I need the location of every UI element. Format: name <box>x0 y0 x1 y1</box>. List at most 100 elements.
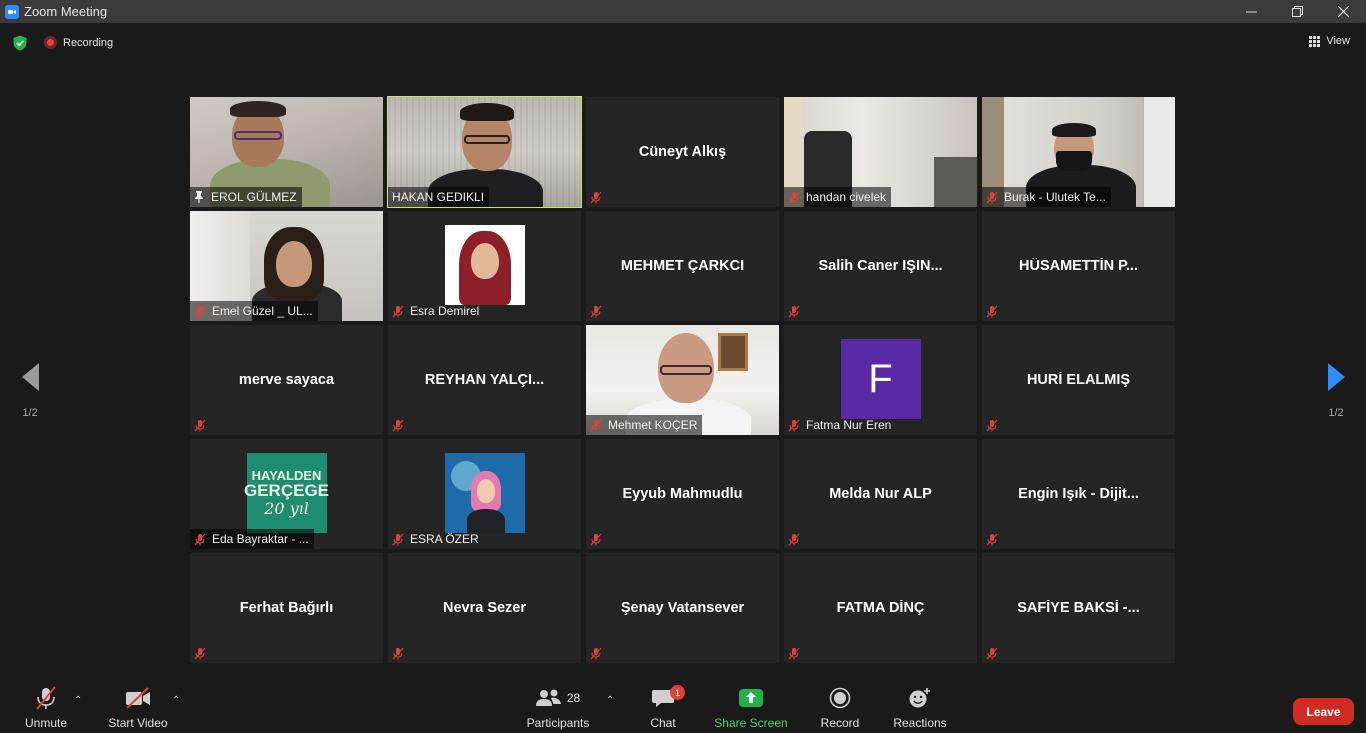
participant-tile[interactable]: Cüneyt Alkış <box>586 97 779 207</box>
participant-name: Fatma Nur Eren <box>806 418 892 432</box>
participant-name: Eda Bayraktar - ... <box>212 532 309 546</box>
view-button[interactable]: View <box>1309 35 1350 47</box>
participant-name: HAKAN GEDIKLI <box>392 190 485 204</box>
video-options-chevron-up-icon[interactable]: ⌃ <box>172 695 180 706</box>
meeting-topbar: Recording View <box>0 23 1366 63</box>
participant-display-name: Melda Nur ALP <box>829 486 932 502</box>
participant-display-name: Engin Işık - Dijit... <box>1018 486 1139 502</box>
arrow-right-icon <box>1327 363 1345 391</box>
participant-display-name: merve sayaca <box>238 372 335 388</box>
participant-tile[interactable]: FATMA DİNÇ <box>784 553 977 663</box>
meeting-toolbar: Unmute ⌃ Start Video ⌃ 28 Participants ⌃ <box>0 681 1366 733</box>
restore-icon <box>1291 6 1303 17</box>
mic-muted-icon <box>986 647 998 659</box>
previous-page-button[interactable]: 1/2 <box>0 333 60 419</box>
minimize-button[interactable] <box>1228 0 1274 23</box>
participant-name-label: Fatma Nur Eren <box>784 415 896 435</box>
participant-name: Esra Demirel <box>410 304 480 318</box>
close-button[interactable] <box>1320 0 1366 23</box>
mic-muted-icon <box>194 305 206 317</box>
participant-name-label: handan civelek <box>784 187 892 207</box>
participant-tile[interactable]: HAYALDEN GERÇEGE 20 yıl Eda Bayraktar - … <box>190 439 383 549</box>
participant-tile[interactable]: merve sayaca <box>190 325 383 435</box>
participant-tile[interactable]: Ferhat Bağırlı <box>190 553 383 663</box>
share-screen-button[interactable]: Share Screen <box>712 681 790 733</box>
participant-name-label: HAKAN GEDIKLI <box>388 187 490 207</box>
page-indicator-left: 1/2 <box>22 407 38 419</box>
profile-photo: HAYALDEN GERÇEGE 20 yıl <box>244 453 329 533</box>
record-button[interactable]: Record <box>816 681 864 733</box>
page-indicator-right: 1/2 <box>1328 407 1344 419</box>
mic-muted-icon <box>194 533 206 545</box>
participant-name: handan civelek <box>806 190 887 204</box>
participants-button[interactable]: 28 Participants <box>522 681 594 733</box>
participant-tile[interactable]: SAFİYE BAKSİ -... <box>982 553 1175 663</box>
mic-muted-icon <box>392 647 404 659</box>
mic-muted-icon <box>194 419 206 431</box>
participant-tile[interactable]: F Fatma Nur Eren <box>784 325 977 435</box>
participant-name-label: Emel Güzel _ UL... <box>190 301 318 321</box>
participant-tile[interactable]: Salih Caner IŞIN... <box>784 211 977 321</box>
leave-meeting-button[interactable]: Leave <box>1293 698 1354 725</box>
participant-tile[interactable]: Şenay Vatansever <box>586 553 779 663</box>
mic-muted-icon <box>590 191 602 203</box>
participant-status <box>982 643 1009 663</box>
encryption-shield-icon[interactable] <box>12 35 28 51</box>
participant-display-name: Nevra Sezer <box>442 600 527 616</box>
mic-muted-icon <box>986 191 998 203</box>
participant-display-name: MEHMET ÇARKCI <box>620 258 745 274</box>
participant-display-name: REYHAN YALÇI... <box>424 372 545 388</box>
participant-tile[interactable]: Mehmet KOÇER <box>586 325 779 435</box>
gallery-grid: EROL GÜLMEZ HAKAN GEDIKLI Cüneyt Alkış h… <box>190 96 1176 663</box>
chat-button[interactable]: 1 Chat <box>640 681 686 733</box>
participant-tile[interactable]: Nevra Sezer <box>388 553 581 663</box>
participant-display-name: Eyyub Mahmudlu <box>622 486 743 502</box>
mic-muted-icon <box>788 533 800 545</box>
grid-view-icon <box>1309 35 1321 47</box>
audio-options-chevron-up-icon[interactable]: ⌃ <box>74 695 82 706</box>
pin-icon <box>195 191 203 203</box>
participants-options-chevron-up-icon[interactable]: ⌃ <box>606 695 614 706</box>
record-icon <box>829 687 851 709</box>
participant-tile[interactable]: MEHMET ÇARKCI <box>586 211 779 321</box>
participant-status <box>784 301 811 321</box>
mic-muted-icon <box>788 305 800 317</box>
minimize-icon <box>1245 11 1257 13</box>
participant-name: EROL GÜLMEZ <box>211 190 297 204</box>
start-video-button[interactable]: Start Video <box>104 681 172 733</box>
participant-tile[interactable]: REYHAN YALÇI... <box>388 325 581 435</box>
participant-tile-active-speaker[interactable]: HAKAN GEDIKLI <box>387 96 582 208</box>
profile-photo <box>444 225 525 305</box>
participant-status <box>784 643 811 663</box>
recording-indicator[interactable]: Recording <box>44 36 113 49</box>
next-page-button[interactable]: 1/2 <box>1306 333 1366 419</box>
participant-tile[interactable]: ESRA ÖZER <box>388 439 581 549</box>
record-label: Record <box>820 716 860 730</box>
participant-name-label: Burak - Ulutek Te... <box>982 187 1111 207</box>
participant-tile[interactable]: Esra Demirel <box>388 211 581 321</box>
mic-muted-icon <box>590 419 602 431</box>
participant-tile[interactable]: Burak - Ulutek Te... <box>982 97 1175 207</box>
window-controls <box>1228 0 1366 23</box>
zoom-app-icon <box>5 4 19 19</box>
participant-tile[interactable]: Emel Güzel _ UL... <box>190 211 383 321</box>
restore-button[interactable] <box>1274 0 1320 23</box>
participant-tile[interactable]: HURİ ELALMIŞ <box>982 325 1175 435</box>
participant-tile[interactable]: Melda Nur ALP <box>784 439 977 549</box>
participant-status <box>982 529 1009 549</box>
participants-label: Participants <box>526 716 590 730</box>
reactions-button[interactable]: Reactions <box>890 681 950 733</box>
participant-tile[interactable]: Engin Işık - Dijit... <box>982 439 1175 549</box>
profile-photo <box>444 453 525 533</box>
participant-tile[interactable]: HÜSAMETTİN P... <box>982 211 1175 321</box>
mic-muted-icon <box>590 305 602 317</box>
unmute-button[interactable]: Unmute <box>18 681 74 733</box>
participant-tile[interactable]: handan civelek <box>784 97 977 207</box>
participant-tile[interactable]: EROL GÜLMEZ <box>190 97 383 207</box>
participant-display-name: FATMA DİNÇ <box>836 600 925 616</box>
participant-name: Emel Güzel _ UL... <box>212 304 313 318</box>
mic-muted-icon <box>194 647 206 659</box>
participants-icon <box>535 689 561 706</box>
participant-tile[interactable]: Eyyub Mahmudlu <box>586 439 779 549</box>
participant-status <box>982 415 1009 435</box>
